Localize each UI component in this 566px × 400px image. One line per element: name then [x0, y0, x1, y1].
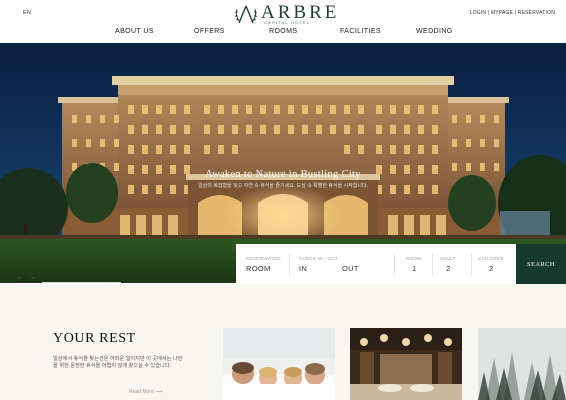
your-rest-section: YOUR REST 일상에서 휴식을 찾는건은 어려운 일이지만 이 곳에서는 …: [0, 284, 566, 400]
slider-next-arrow[interactable]: →: [29, 274, 42, 281]
site-header: EN ARBRE CAPITAL HOTEL LOGIN | MYPAGE | …: [0, 0, 566, 43]
logo-subtitle: CAPITAL HOTEL: [264, 20, 311, 25]
utility-links[interactable]: LOGIN | MYPAGE | RESERVATION: [470, 10, 555, 16]
section-description: 일상에서 휴식을 찾는건은 어려운 일이지만 이 곳에서는 나만을 위한 온전한…: [53, 356, 183, 369]
main-nav: ABOUT US OFFERS ROOMS FACILITIES WEDDING: [0, 28, 566, 38]
checkin-label: CHECK IN / OUT: [299, 256, 338, 261]
rest-card-family[interactable]: [223, 328, 335, 400]
laurel-logo-icon: [235, 5, 257, 24]
booking-divider: [471, 254, 472, 276]
room-label: ROOM: [406, 256, 422, 261]
misty-forest-photo: [478, 328, 566, 400]
read-more-label: Read More: [129, 389, 154, 395]
nav-facilities[interactable]: FACILITIES: [340, 28, 381, 35]
reservation-type-select[interactable]: ROOM: [246, 264, 271, 273]
site-logo[interactable]: ARBRE CAPITAL HOTEL: [233, 3, 336, 25]
page: EN ARBRE CAPITAL HOTEL LOGIN | MYPAGE | …: [0, 0, 566, 400]
room-count-field[interactable]: 1: [412, 264, 416, 273]
language-switch[interactable]: EN: [23, 10, 31, 16]
lounge-interior-photo: [350, 328, 462, 400]
slider-progress-bar: [16, 282, 121, 283]
hero-subtitle: 일상의 복잡함을 잊고 자연 속 휴식을 즐기세요. 도심 속 특별한 휴식을 …: [198, 183, 368, 189]
slider-arrows: ←→: [16, 274, 42, 281]
nav-rooms[interactable]: ROOMS: [269, 28, 297, 35]
section-title: YOUR REST: [53, 331, 136, 346]
slider-progress-fill: [16, 282, 43, 283]
children-count-field[interactable]: 2: [489, 264, 493, 273]
booking-divider: [432, 254, 433, 276]
hero-title: Awaken to Nature in Bustling City: [205, 169, 361, 180]
slider-prev-arrow[interactable]: ←: [16, 274, 29, 281]
arrow-right-icon: ⟶: [155, 389, 163, 395]
read-more-link[interactable]: Read More ⟶: [129, 389, 162, 395]
checkout-date-field[interactable]: OUT: [342, 264, 359, 273]
family-bed-photo: [223, 328, 335, 400]
nav-wedding[interactable]: WEDDING: [416, 28, 453, 35]
rest-card-lounge[interactable]: [350, 328, 462, 400]
adult-label: ADULT: [440, 256, 456, 261]
booking-divider: [394, 254, 395, 276]
booking-divider: [289, 254, 290, 276]
adult-count-field[interactable]: 2: [446, 264, 450, 273]
checkin-date-field[interactable]: IN: [299, 264, 307, 273]
reservation-label: RESERVATION: [246, 256, 281, 261]
booking-bar: RESERVATION ROOM CHECK IN / OUT IN OUT R…: [236, 244, 516, 284]
rest-card-forest[interactable]: [478, 328, 566, 400]
nav-about-us[interactable]: ABOUT US: [115, 28, 154, 35]
search-button[interactable]: SEARCH: [516, 244, 566, 284]
children-label: CHILDREN: [478, 256, 504, 261]
nav-offers[interactable]: OFFERS: [194, 28, 225, 35]
